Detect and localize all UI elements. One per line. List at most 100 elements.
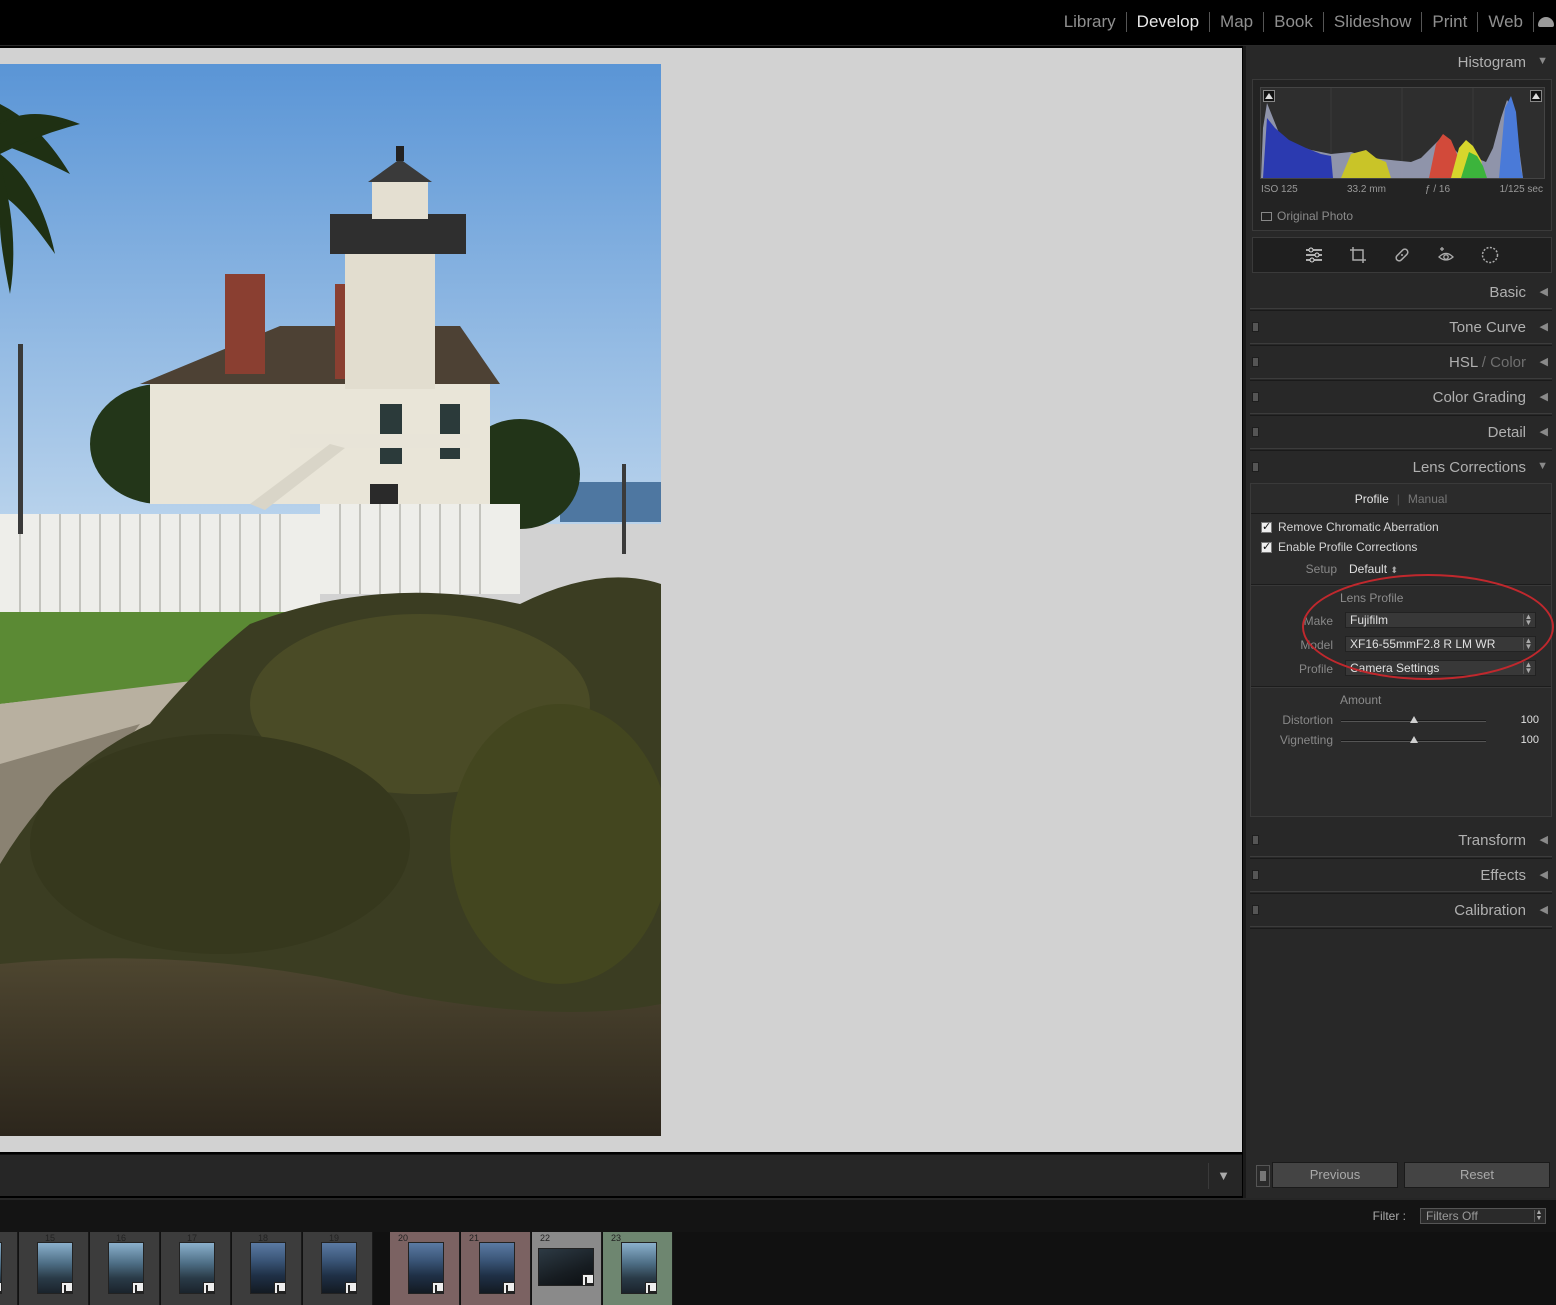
- histogram-graph[interactable]: [1260, 87, 1545, 179]
- panel-switch-icon[interactable]: [1252, 870, 1259, 880]
- checkbox-checked-icon: [1261, 520, 1272, 533]
- edited-badge-icon: [203, 1282, 215, 1294]
- vignetting-slider[interactable]: [1341, 736, 1486, 743]
- filter-label: Filter :: [1372, 1209, 1406, 1223]
- panel-hsl-color[interactable]: HSL / Color ◀: [1246, 346, 1556, 378]
- updown-icon: ▲ ▼: [1523, 660, 1533, 675]
- edited-badge-icon: [645, 1282, 657, 1294]
- model-label: Model: [1300, 638, 1333, 652]
- divider: [1250, 926, 1552, 929]
- panel-switch-icon[interactable]: [1252, 905, 1259, 915]
- color-tab[interactable]: Color: [1490, 354, 1526, 371]
- filmstrip-cell-green-label[interactable]: 23: [603, 1232, 673, 1305]
- panel-basic[interactable]: Basic ◀: [1246, 276, 1556, 308]
- distortion-label: Distortion: [1282, 713, 1333, 727]
- panel-switch-icon[interactable]: [1252, 462, 1259, 472]
- toolbar-options-dropdown[interactable]: ▼: [1208, 1163, 1238, 1189]
- histogram-aperture: ƒ / 16: [1425, 184, 1451, 195]
- redeye-icon[interactable]: [1436, 245, 1456, 265]
- updown-icon: ▲ ▼: [1523, 612, 1533, 627]
- module-map[interactable]: Map: [1210, 12, 1265, 32]
- panel-color-grading[interactable]: Color Grading ◀: [1246, 381, 1556, 413]
- distortion-slider[interactable]: [1341, 716, 1486, 723]
- hsl-tab[interactable]: HSL: [1449, 354, 1478, 371]
- filmstrip-cell[interactable]: [0, 1232, 18, 1305]
- checkbox-checked-icon: [1261, 540, 1272, 553]
- panel-switch-icon[interactable]: [1252, 322, 1259, 332]
- filmstrip-cell[interactable]: 15: [19, 1232, 89, 1305]
- collapse-triangle-icon: ◀: [1539, 904, 1548, 916]
- panel-switch-icon[interactable]: [1252, 835, 1259, 845]
- vignetting-slider-thumb[interactable]: [1410, 736, 1418, 743]
- module-develop[interactable]: Develop: [1127, 12, 1211, 32]
- remove-chromatic-aberration-checkbox[interactable]: Remove Chromatic Aberration: [1261, 520, 1439, 534]
- photo-preview[interactable]: [0, 64, 661, 1136]
- filmstrip-cell[interactable]: 17: [161, 1232, 231, 1305]
- mask-icon[interactable]: [1480, 245, 1500, 265]
- panel-switch-icon[interactable]: [1252, 427, 1259, 437]
- distortion-value[interactable]: 100: [1521, 714, 1539, 726]
- healing-icon[interactable]: [1392, 245, 1412, 265]
- panel-tone-curve[interactable]: Tone Curve ◀: [1246, 311, 1556, 343]
- panel-detail[interactable]: Detail ◀: [1246, 416, 1556, 448]
- setup-value: Default: [1349, 562, 1388, 576]
- module-picker: Library Develop Map Book Slideshow Print…: [0, 0, 1556, 46]
- sliders-icon[interactable]: [1304, 245, 1324, 265]
- module-book[interactable]: Book: [1264, 12, 1324, 32]
- module-slideshow[interactable]: Slideshow: [1324, 12, 1423, 32]
- collapse-triangle-icon: ▼: [1537, 55, 1548, 67]
- thumbnail[interactable]: [321, 1242, 357, 1294]
- module-library[interactable]: Library: [1054, 12, 1127, 32]
- thumbnail[interactable]: [108, 1242, 144, 1294]
- panel-switch-icon[interactable]: [1252, 392, 1259, 402]
- collapse-triangle-icon: ◀: [1539, 391, 1548, 403]
- shadow-clipping-toggle-icon[interactable]: [1263, 90, 1275, 102]
- setup-select[interactable]: Default ⬍: [1349, 562, 1398, 576]
- tab-profile[interactable]: Profile: [1347, 484, 1397, 514]
- thumbnail[interactable]: [621, 1242, 657, 1294]
- thumbnail[interactable]: [538, 1248, 594, 1286]
- original-photo-toggle[interactable]: Original Photo: [1261, 209, 1353, 223]
- distortion-slider-thumb[interactable]: [1410, 716, 1418, 723]
- thumbnail[interactable]: [408, 1242, 444, 1294]
- histogram-shutter: 1/125 sec: [1499, 184, 1543, 195]
- panel-calibration[interactable]: Calibration ◀: [1246, 894, 1556, 926]
- module-print[interactable]: Print: [1422, 12, 1479, 32]
- make-select[interactable]: Fujifilm ▲ ▼: [1345, 612, 1536, 628]
- tab-manual[interactable]: Manual: [1400, 484, 1455, 514]
- panel-end-switch-icon[interactable]: [1256, 1165, 1270, 1187]
- panel-lens-corrections[interactable]: Lens Corrections ▼: [1246, 451, 1556, 483]
- crop-icon[interactable]: [1348, 245, 1368, 265]
- thumbnail[interactable]: [37, 1242, 73, 1294]
- thumbnail[interactable]: [179, 1242, 215, 1294]
- filmstrip-cell-red-label[interactable]: 21: [461, 1232, 531, 1305]
- profile-select[interactable]: Camera Settings ▲ ▼: [1345, 660, 1536, 676]
- highlight-clipping-toggle-icon[interactable]: [1530, 90, 1542, 102]
- edited-badge-icon: [274, 1282, 286, 1294]
- filter-select[interactable]: Filters Off ▲ ▼: [1420, 1208, 1546, 1224]
- module-web[interactable]: Web: [1478, 12, 1534, 32]
- filmstrip-cell-red-label[interactable]: 20: [390, 1232, 460, 1305]
- filmstrip-cell[interactable]: 18: [232, 1232, 302, 1305]
- enable-profile-corrections-checkbox[interactable]: Enable Profile Corrections: [1261, 540, 1417, 554]
- histogram: ISO 125 33.2 mm ƒ / 16 1/125 sec Origina…: [1252, 79, 1552, 231]
- panel-transform[interactable]: Transform ◀: [1246, 824, 1556, 856]
- updown-icon: ▲ ▼: [1523, 636, 1533, 651]
- previous-button[interactable]: Previous: [1272, 1162, 1398, 1188]
- vignetting-value[interactable]: 100: [1521, 734, 1539, 746]
- panel-switch-icon[interactable]: [1252, 357, 1259, 367]
- cloud-icon[interactable]: [1538, 17, 1554, 27]
- reset-button[interactable]: Reset: [1404, 1162, 1550, 1188]
- histogram-header[interactable]: Histogram ▼: [1246, 46, 1556, 78]
- model-select[interactable]: XF16-55mmF2.8 R LM WR ▲ ▼: [1345, 636, 1536, 652]
- thumbnail[interactable]: [250, 1242, 286, 1294]
- panel-stack: Basic ◀ Tone Curve ◀ HSL / Color ◀ Color…: [1246, 276, 1556, 929]
- filmstrip-cell-selected[interactable]: 22: [532, 1232, 602, 1305]
- filmstrip-cell[interactable]: 16: [90, 1232, 160, 1305]
- panel-basic-title: Basic: [1489, 284, 1526, 301]
- filmstrip-cell[interactable]: 19: [303, 1232, 373, 1305]
- thumbnail[interactable]: [479, 1242, 515, 1294]
- divider: [1251, 686, 1551, 688]
- panel-effects[interactable]: Effects ◀: [1246, 859, 1556, 891]
- thumbnail[interactable]: [0, 1242, 2, 1294]
